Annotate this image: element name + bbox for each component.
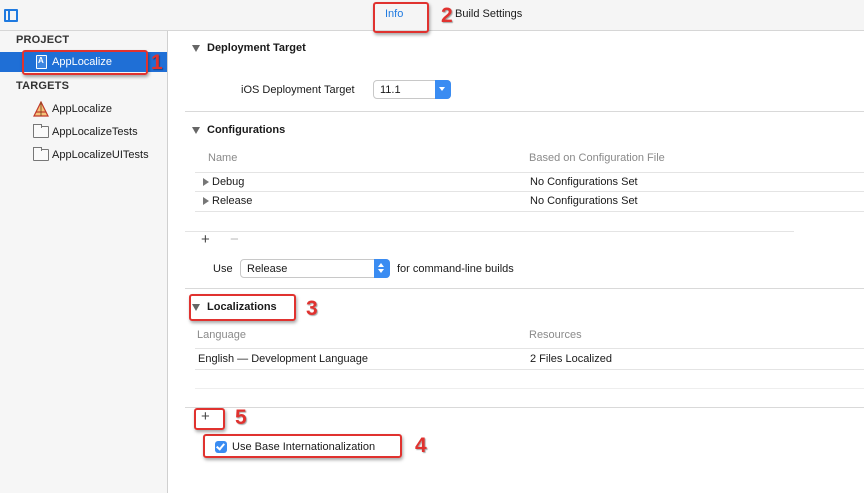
sidebar-item-label: AppLocalizeTests (52, 126, 138, 138)
project-section-header: PROJECT (16, 34, 70, 46)
disclosure-right-icon[interactable] (203, 197, 209, 206)
use-label: Use (213, 263, 233, 275)
add-configuration-button[interactable]: + (201, 231, 210, 248)
divider (185, 111, 864, 112)
callout-box-4 (203, 434, 402, 458)
callout-number-4: 4 (415, 434, 427, 457)
callout-box-5 (194, 408, 225, 430)
chevron-down-icon (435, 80, 451, 99)
callout-number-5: 5 (235, 406, 247, 429)
ios-deployment-label: iOS Deployment Target (241, 84, 355, 96)
callout-box-3 (189, 294, 296, 321)
navigator-toggle-icon[interactable] (4, 9, 18, 22)
column-header-name: Name (208, 152, 238, 164)
sidebar-item-target-tests[interactable]: AppLocalizeTests (0, 122, 167, 142)
command-line-suffix: for command-line builds (397, 263, 514, 275)
remove-configuration-button[interactable]: − (230, 231, 239, 248)
table-row-separator (195, 211, 864, 212)
table-row-separator (195, 388, 864, 389)
column-header-language: Language (197, 329, 246, 341)
config-name-cell: Release (203, 195, 252, 207)
editor-tab-bar: Info Build Settings (0, 0, 864, 31)
column-header-resources: Resources (529, 329, 582, 341)
test-bundle-icon (33, 147, 49, 161)
config-name-cell: Debug (203, 176, 244, 188)
table-row-separator (195, 369, 864, 370)
sidebar-item-label: AppLocalize (52, 103, 112, 115)
disclosure-right-icon[interactable] (203, 178, 209, 187)
sidebar-item-target-uitests[interactable]: AppLocalizeUITests (0, 145, 167, 165)
divider (185, 407, 864, 408)
popup-value: 11.1 (380, 84, 401, 96)
app-target-icon (33, 101, 49, 117)
callout-number-3: 3 (306, 297, 318, 320)
config-file-cell: No Configurations Set (530, 176, 638, 188)
resources-cell: 2 Files Localized (530, 353, 612, 365)
command-line-config-popup[interactable]: Release (240, 259, 390, 278)
configurations-heading: Configurations (207, 124, 286, 136)
deployment-target-heading: Deployment Target (207, 42, 306, 54)
callout-box-1 (22, 50, 148, 75)
project-info-editor: Deployment Target iOS Deployment Target … (168, 31, 864, 493)
table-row-separator (195, 172, 864, 173)
ios-deployment-target-popup[interactable]: 11.1 (373, 80, 451, 99)
table-row-separator (195, 191, 864, 192)
language-cell: English — Development Language (198, 353, 369, 365)
callout-number-1: 1 (151, 51, 163, 74)
up-down-chevron-icon (374, 259, 390, 278)
test-bundle-icon (33, 124, 49, 138)
popup-value: Release (247, 263, 288, 275)
divider (185, 288, 864, 289)
callout-number-2: 2 (441, 4, 453, 27)
table-row-separator (195, 348, 864, 349)
callout-box-2 (373, 2, 429, 33)
project-target-sidebar: PROJECT AppLocalize TARGETS AppLocalize … (0, 31, 168, 493)
config-name: Release (212, 195, 253, 207)
sidebar-item-label: AppLocalizeUITests (52, 149, 149, 161)
divider (185, 231, 794, 232)
tab-build-settings[interactable]: Build Settings (455, 8, 522, 20)
disclosure-triangle-icon[interactable] (192, 127, 200, 134)
config-name: Debug (212, 176, 245, 188)
column-header-config-file: Based on Configuration File (529, 152, 665, 164)
targets-section-header: TARGETS (16, 80, 70, 92)
sidebar-item-target-applocalize[interactable]: AppLocalize (0, 99, 167, 119)
config-file-cell: No Configurations Set (530, 195, 638, 207)
disclosure-triangle-icon[interactable] (192, 45, 200, 52)
